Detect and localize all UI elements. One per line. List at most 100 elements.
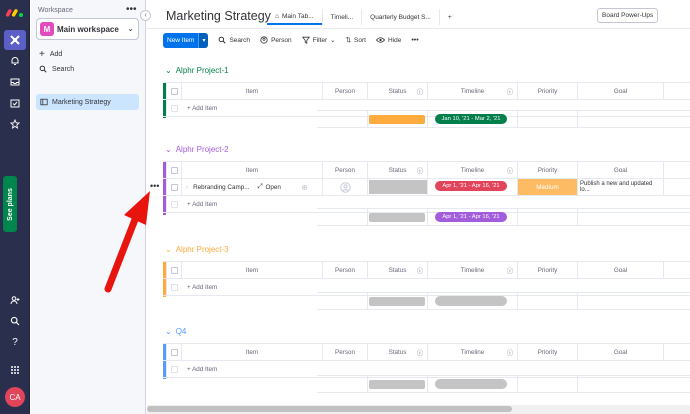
column-status[interactable]: Status ⓘ	[367, 262, 427, 278]
board-main: Marketing Strategy ⌂ Main Tab... Timeli.…	[147, 0, 690, 414]
workspace-select[interactable]: M Main workspace ⌄	[36, 18, 139, 40]
help-icon[interactable]: ?	[7, 334, 23, 350]
add-column-button[interactable]	[663, 83, 690, 99]
column-item[interactable]: Item	[181, 344, 322, 360]
group-title[interactable]: ⌄ Alphr Project-2	[165, 145, 229, 154]
select-all-checkbox[interactable]	[166, 83, 181, 99]
scrollbar-thumb[interactable]	[147, 406, 512, 412]
person-filter-button[interactable]: Person	[260, 36, 292, 44]
horizontal-scrollbar[interactable]	[147, 405, 690, 414]
column-priority[interactable]: Priority	[517, 344, 577, 360]
column-goal[interactable]: Goal	[577, 344, 663, 360]
add-view-button[interactable]: +	[438, 9, 460, 25]
workspace-avatar: M	[40, 22, 54, 36]
column-goal[interactable]: Goal	[577, 83, 663, 99]
hide-button[interactable]: Hide	[375, 36, 401, 44]
tab-timeline[interactable]: Timeli...	[321, 9, 362, 25]
column-status[interactable]: Status ⓘ	[367, 162, 427, 178]
workspace-icon[interactable]	[4, 30, 26, 50]
add-column-button[interactable]	[663, 344, 690, 360]
column-item[interactable]: Item	[181, 162, 322, 178]
group-title[interactable]: ⌄ Alphr Project-3	[165, 245, 229, 254]
column-goal[interactable]: Goal	[577, 262, 663, 278]
goal-cell[interactable]: Publish a new and updated lo...	[577, 179, 663, 195]
status-cell[interactable]	[367, 179, 427, 195]
column-item[interactable]: Item	[181, 83, 322, 99]
select-all-checkbox[interactable]	[166, 344, 181, 360]
item-cell[interactable]: › Rebranding Camp... ⤢ Open ⊕	[181, 179, 322, 195]
column-priority[interactable]: Priority	[517, 262, 577, 278]
apps-grid-icon[interactable]	[7, 362, 23, 378]
avatar[interactable]: CA	[5, 387, 25, 407]
person-cell[interactable]	[322, 179, 367, 195]
select-all-checkbox[interactable]	[166, 162, 181, 178]
column-timeline[interactable]: Timeline ⓘ	[427, 344, 517, 360]
column-timeline[interactable]: Timeline ⓘ	[427, 162, 517, 178]
inbox-icon[interactable]	[7, 74, 23, 90]
column-priority[interactable]: Priority	[517, 83, 577, 99]
workspace-more-icon[interactable]: •••	[126, 4, 137, 15]
search-button[interactable]: Search	[39, 65, 74, 73]
collapse-panel-button[interactable]: ‹	[140, 10, 151, 21]
table-header: Item Person Status ⓘ Timeline ⓘ Priority G…	[163, 343, 690, 361]
chevron-right-icon[interactable]: ›	[186, 184, 188, 191]
see-plans-button[interactable]: See plans	[3, 176, 17, 232]
timeline-pill[interactable]: Apr 1, '21 - Apr 16, '21	[435, 181, 507, 191]
sidebar-item-marketing-strategy[interactable]: Marketing Strategy	[36, 94, 139, 110]
search-icon[interactable]	[7, 313, 23, 329]
column-item[interactable]: Item	[181, 262, 322, 278]
column-person[interactable]: Person	[322, 344, 367, 360]
my-work-icon[interactable]	[7, 95, 23, 111]
chevron-down-icon: ⌄	[165, 327, 172, 336]
divider	[147, 28, 690, 29]
open-item-link[interactable]: Open	[266, 184, 281, 191]
group-title[interactable]: ⌄ Alphr Project-1	[165, 66, 229, 75]
row-checkbox[interactable]	[166, 179, 181, 195]
chevron-down-icon: ⌄	[165, 145, 172, 154]
add-item-input[interactable]: + Add Item	[187, 105, 217, 112]
column-status[interactable]: Status ⓘ	[367, 344, 427, 360]
monday-logo-icon[interactable]	[6, 6, 24, 18]
add-column-button[interactable]	[663, 262, 690, 278]
chevron-down-icon[interactable]: ▾	[198, 32, 209, 48]
tab-main-table[interactable]: ⌂ Main Tab...	[267, 9, 322, 25]
column-timeline[interactable]: Timeline ⓘ	[427, 83, 517, 99]
invite-icon[interactable]	[7, 292, 23, 308]
group-title[interactable]: ⌄ Q4	[165, 327, 186, 336]
column-person[interactable]: Person	[322, 262, 367, 278]
add-update-icon[interactable]: ⊕	[301, 183, 308, 192]
table-row[interactable]: › Rebranding Camp... ⤢ Open ⊕ Medium Pub…	[163, 178, 690, 196]
status-empty-label	[368, 180, 427, 194]
add-item-input[interactable]: + Add Item	[187, 366, 217, 373]
expand-icon[interactable]: ⤢	[257, 183, 262, 191]
add-button[interactable]: + Add	[39, 49, 62, 60]
tab-quarterly-budget[interactable]: Quarterly Budget S...	[361, 9, 439, 25]
column-person[interactable]: Person	[322, 83, 367, 99]
add-item-input[interactable]: + Add Item	[187, 201, 217, 208]
left-rail: See plans ? CA	[0, 0, 30, 414]
chevron-down-icon: ⌄	[330, 37, 336, 44]
bell-icon[interactable]	[7, 53, 23, 69]
board-powerups-button[interactable]: Board Power-Ups	[597, 8, 659, 23]
column-priority[interactable]: Priority	[517, 162, 577, 178]
plus-icon: +	[39, 49, 45, 60]
filter-icon	[301, 36, 310, 44]
add-column-button[interactable]	[663, 162, 690, 178]
person-icon	[339, 181, 351, 193]
more-actions-button[interactable]: •••	[411, 37, 418, 44]
star-icon[interactable]	[7, 116, 23, 132]
status-summary-bar	[369, 115, 425, 124]
column-timeline[interactable]: Timeline ⓘ	[427, 262, 517, 278]
priority-cell[interactable]: Medium	[517, 179, 577, 195]
item-name[interactable]: Rebranding Camp...	[193, 184, 249, 191]
timeline-summary-pill	[435, 296, 507, 306]
filter-button[interactable]: Filter ⌄	[301, 36, 336, 44]
column-goal[interactable]: Goal	[577, 162, 663, 178]
new-item-button[interactable]: New Item ▾	[163, 32, 209, 48]
select-all-checkbox[interactable]	[166, 262, 181, 278]
column-person[interactable]: Person	[322, 162, 367, 178]
search-button[interactable]: Search	[218, 36, 250, 44]
add-item-input[interactable]: + Add Item	[187, 284, 217, 291]
sort-button[interactable]: ⇅ Sort	[346, 36, 366, 45]
column-status[interactable]: Status ⓘ	[367, 83, 427, 99]
